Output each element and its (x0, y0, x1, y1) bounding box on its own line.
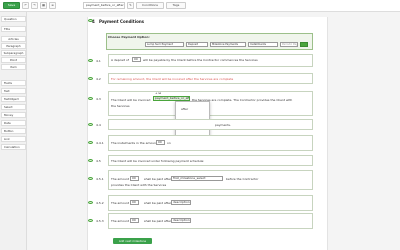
sidebar-item-fields[interactable]: Fields (1, 80, 26, 86)
sidebar-item-textobject[interactable]: TextObject (1, 96, 26, 102)
amount-field[interactable]: 00 (132, 57, 141, 62)
row-text: will be payable by the Client before the… (143, 58, 258, 62)
row-text: on (167, 141, 171, 145)
row-number: 4.4.1 (96, 141, 104, 145)
row-number: 4.5.1 (96, 177, 104, 181)
sidebar-item-paragraph[interactable]: Paragraph (1, 43, 26, 49)
row-number: 4.3 (96, 97, 101, 101)
tags-label: Tags (172, 3, 180, 7)
sidebar-item-button[interactable]: Button (1, 128, 26, 134)
row-text: payments. (215, 123, 231, 127)
sidebar-item-money[interactable]: Money (1, 112, 26, 118)
sidebar-item-point[interactable]: Point (1, 57, 26, 63)
row-number: 4.1 (96, 59, 101, 63)
list-icon[interactable]: ≡ (49, 2, 56, 9)
edit-icon[interactable]: ✎ (127, 2, 134, 9)
eye-icon[interactable] (88, 59, 93, 62)
row-number: 4.5.3 (96, 219, 104, 223)
option-deposit[interactable]: Deposit (186, 42, 208, 47)
row-text: shall be paid after (144, 201, 172, 205)
tags-button[interactable]: Tags (166, 2, 186, 9)
row-box (108, 119, 313, 130)
confirm-icon[interactable] (300, 42, 308, 47)
eye-icon[interactable] (88, 201, 93, 204)
conditions-button[interactable]: Conditions (136, 2, 164, 9)
sidebar-item-subparagraph[interactable]: Subparagraph (1, 50, 26, 56)
grid-icon[interactable]: ▦ (40, 2, 47, 9)
row-number: 4.4 (96, 123, 101, 127)
row-text: The instalments in the amount of: (111, 141, 162, 145)
sidebar: Question Title Articles Paragraph Subpar… (0, 12, 27, 250)
eye-icon[interactable] (88, 219, 93, 222)
choose-label: Choose Payment Option: (108, 35, 150, 39)
redo-icon[interactable]: ↷ (31, 2, 38, 9)
eye-icon[interactable] (88, 77, 93, 80)
sidebar-item-question[interactable]: Question (1, 16, 26, 22)
sidebar-item-select[interactable]: Select (1, 104, 26, 110)
row-text: shall be paid after (144, 219, 172, 223)
option-installments[interactable]: Installments (248, 42, 278, 47)
option-milestone[interactable]: Milestone Payments (210, 42, 246, 47)
row-text: The Client will be invoiced under follow… (111, 159, 205, 163)
sidebar-item-text[interactable]: Text (1, 88, 26, 94)
eye-icon[interactable] (88, 141, 93, 144)
amount-field[interactable]: 00 (156, 140, 165, 145)
undo-icon[interactable]: ↶ (22, 2, 29, 9)
description-field[interactable]: description (171, 200, 191, 205)
add-milestone-button[interactable]: Add next milestone (113, 238, 152, 244)
section-number: 4 (92, 19, 95, 24)
add-icon[interactable]: + ⊟ (155, 91, 161, 95)
row-text: before the Contractor (226, 177, 259, 181)
conditions-label: Conditions (142, 3, 158, 7)
row-number: 4.2 (96, 77, 101, 81)
sidebar-item-articles[interactable]: Articles (1, 36, 26, 42)
sidebar-item-calculation[interactable]: Calculation (1, 144, 26, 150)
row-text: provides the Client with the Services (111, 183, 167, 187)
eye-icon[interactable] (88, 177, 93, 180)
row-box (108, 91, 313, 116)
eye-icon[interactable] (88, 123, 93, 126)
row-text: The Client will be invoiced (111, 98, 151, 102)
option-periodic[interactable]: Periodic Payments (280, 42, 298, 47)
row-text: shall be paid after (144, 177, 172, 181)
eye-icon[interactable] (88, 97, 93, 100)
amount-field[interactable]: 00 (130, 176, 139, 181)
dropdown-option-after[interactable]: after (181, 107, 188, 111)
milestone-select[interactable]: first_milestone_select (171, 176, 223, 181)
sidebar-item-date[interactable]: Date (1, 120, 26, 126)
top-toolbar: Save ↶ ↷ ▦ ≡ payment_before_or_after ✎ C… (0, 0, 400, 12)
row-text: A deposit of (111, 58, 129, 62)
row-number: 4.5.2 (96, 201, 104, 205)
section-title: Payment Conditions (99, 19, 145, 24)
row-text: For remaining amount, the Client will be… (111, 77, 234, 81)
eye-icon[interactable] (88, 159, 93, 162)
save-button[interactable]: Save (3, 2, 20, 9)
sidebar-item-item[interactable]: Item (1, 64, 26, 70)
row-number: 4.5 (96, 159, 101, 163)
description-field[interactable]: description (171, 218, 191, 223)
filename-field[interactable]: payment_before_or_after (83, 2, 125, 9)
sidebar-item-link[interactable]: Link (1, 136, 26, 142)
row-text: the Services (111, 104, 130, 108)
option-lump-sum[interactable]: Lump Sum Payment (145, 42, 184, 47)
amount-field[interactable]: 00 (130, 218, 139, 223)
amount-field[interactable]: 00 (130, 200, 139, 205)
sidebar-item-title[interactable]: Title (1, 26, 26, 32)
